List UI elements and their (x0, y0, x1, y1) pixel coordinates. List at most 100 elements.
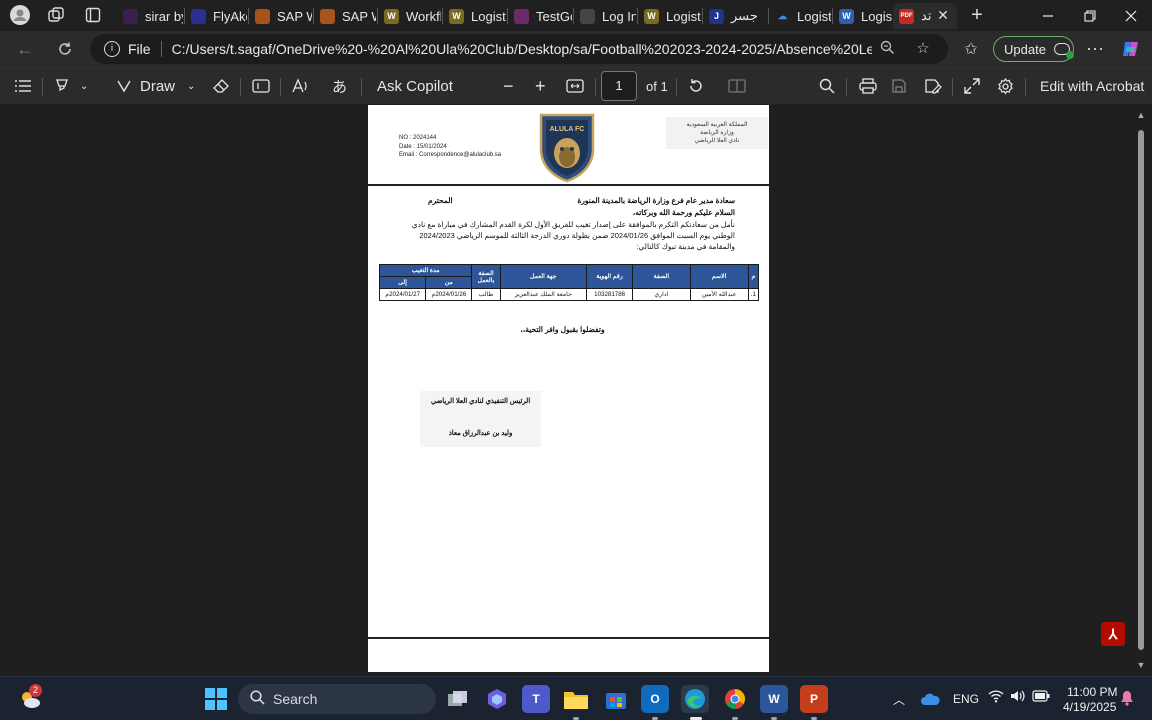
cell-work-title: طالب (471, 288, 501, 301)
scrollbar-thumb[interactable] (1138, 130, 1144, 650)
profile-avatar[interactable] (7, 4, 33, 26)
clock-time[interactable]: 11:00 PM (1067, 685, 1117, 699)
scroll-up-icon[interactable]: ▲ (1135, 110, 1147, 120)
read-aloud-icon[interactable] (292, 68, 310, 104)
contents-icon[interactable] (14, 68, 32, 104)
volume-icon[interactable] (1010, 689, 1026, 706)
back-button[interactable]: ← (12, 37, 38, 61)
tab-jisr[interactable]: J جسر (703, 3, 767, 29)
favorite-star-icon[interactable]: ☆ (914, 40, 932, 58)
print-icon[interactable] (859, 68, 877, 104)
wifi-icon[interactable] (988, 689, 1004, 707)
update-button[interactable]: Update (993, 36, 1074, 62)
zoom-out-button[interactable]: − (503, 68, 514, 104)
edge-icon[interactable] (681, 685, 709, 713)
tab-testgo[interactable]: TestGo (508, 3, 572, 29)
refresh-button[interactable] (52, 37, 78, 61)
cell-employer: جامعة الملك عبدالعزيز (499, 288, 588, 301)
chevron-down-icon[interactable]: ⌄ (187, 81, 195, 92)
close-tab-icon[interactable]: ✕ (936, 7, 950, 23)
tab-logistics-onedrive[interactable]: ☁ Logisti (769, 3, 831, 29)
find-icon[interactable] (819, 68, 835, 104)
tab-sirar[interactable]: sirar by (117, 3, 183, 29)
restore-button[interactable] (1070, 0, 1110, 31)
taskbar-search[interactable]: Search (238, 684, 436, 714)
pdf-toolbar: ⌄ Draw ⌄ あ Ask Copilot − + 1 of 1 Edit w… (0, 67, 1152, 104)
tab-label: FlyAke (213, 8, 247, 24)
tab-favicon-icon: W (384, 8, 399, 24)
col-header-num: م (747, 264, 760, 289)
vertical-scrollbar[interactable]: ▲ ▼ (1135, 110, 1147, 670)
absence-table: م الاسم الصفة رقم الهوية جهة العمل الصفة… (378, 264, 760, 301)
signer-title: الرئيس التنفيذي لنادي العلا الرياضي (430, 398, 531, 405)
scroll-down-icon[interactable]: ▼ (1135, 660, 1147, 670)
info-icon[interactable]: i (104, 41, 120, 57)
chrome-icon[interactable] (721, 685, 749, 713)
tab-logistics-word[interactable]: W Logisti (833, 3, 892, 29)
col-header-title: الصفة (632, 264, 691, 289)
word-icon[interactable]: W (760, 685, 788, 713)
battery-icon[interactable] (1032, 690, 1050, 705)
new-tab-button[interactable]: + (964, 4, 990, 26)
save-icon[interactable] (891, 68, 907, 104)
zoom-in-button[interactable]: + (535, 68, 546, 104)
tab-sap-1[interactable]: SAP W (249, 3, 312, 29)
file-explorer-icon[interactable] (562, 685, 590, 713)
tab-sap-2[interactable]: SAP W (314, 3, 376, 29)
edit-with-acrobat-button[interactable]: Edit with Acrobat (1040, 68, 1144, 104)
notification-bell-icon[interactable] (1120, 690, 1134, 709)
text-box-icon[interactable] (252, 68, 270, 104)
col-header-from: من (425, 276, 473, 289)
fit-page-icon[interactable] (566, 68, 584, 104)
translate-icon[interactable]: あ (332, 68, 347, 104)
language-indicator[interactable]: ENG (953, 692, 979, 706)
draw-button[interactable]: Draw ⌄ (116, 68, 195, 104)
clock-date[interactable]: 4/19/2025 (1063, 700, 1116, 714)
letter-date: Date : 15/01/2024 (399, 143, 447, 150)
full-screen-icon[interactable] (964, 68, 980, 104)
acrobat-icon[interactable]: ⅄ (1101, 622, 1125, 646)
start-icon[interactable] (202, 685, 230, 713)
zoom-icon[interactable] (878, 40, 896, 58)
task-view-icon[interactable] (444, 685, 472, 713)
outlook-icon[interactable]: O (641, 685, 669, 713)
cloud-icon: ☁ (778, 10, 787, 21)
pdf-viewer[interactable]: NO : 2024144 Date : 15/01/2024 Email : C… (0, 104, 1152, 676)
highlight-icon[interactable]: ⌄ (54, 68, 88, 104)
tab-login[interactable]: Log In (574, 3, 636, 29)
more-options-icon[interactable]: ⋯ (1082, 37, 1108, 61)
tab-logistics-2[interactable]: W Logisti (638, 3, 701, 29)
close-window-button[interactable] (1111, 0, 1151, 31)
powerpoint-icon[interactable]: P (800, 685, 828, 713)
copilot-app-icon[interactable] (483, 685, 511, 713)
chevron-down-icon[interactable]: ⌄ (80, 81, 88, 92)
address-bar[interactable]: i File C:/Users/t.sagaf/OneDrive%20-%20A… (90, 34, 948, 64)
favorites-icon[interactable]: ✩ (958, 37, 984, 61)
onedrive-icon[interactable] (916, 685, 944, 713)
tab-label: تد (921, 8, 932, 23)
tab-favicon-icon (255, 8, 270, 24)
copilot-icon[interactable] (1118, 37, 1144, 61)
logo-text: ALULA FC (550, 126, 585, 133)
page-view-icon[interactable] (728, 68, 746, 104)
tab-favicon-icon: J (709, 8, 724, 24)
rotate-icon[interactable] (688, 68, 704, 104)
workspaces-icon[interactable] (43, 4, 69, 26)
url-text[interactable]: C:/Users/t.sagaf/OneDrive%20-%20Al%20Ula… (172, 41, 872, 57)
store-icon[interactable] (602, 685, 630, 713)
page-number-input[interactable]: 1 (601, 71, 637, 101)
settings-gear-icon[interactable] (997, 68, 1014, 104)
minimize-button[interactable] (1028, 0, 1068, 31)
tab-logistics-1[interactable]: W Logisti (443, 3, 506, 29)
tab-workflow[interactable]: W Workfl (378, 3, 441, 29)
eraser-icon[interactable] (212, 68, 230, 104)
save-as-icon[interactable] (924, 68, 942, 104)
show-hidden-icons[interactable]: ︿ (893, 691, 905, 708)
greeting-line: السلام عليكم ورحمة الله وبركاته، (632, 208, 735, 217)
ask-copilot-button[interactable]: Ask Copilot (377, 68, 453, 104)
teams-icon[interactable]: T (522, 685, 550, 713)
vertical-tabs-icon[interactable] (80, 4, 106, 26)
tab-label: SAP W (342, 8, 376, 24)
tab-flyakeed[interactable]: FlyAke (185, 3, 247, 29)
tab-favicon-icon: W (839, 8, 854, 24)
